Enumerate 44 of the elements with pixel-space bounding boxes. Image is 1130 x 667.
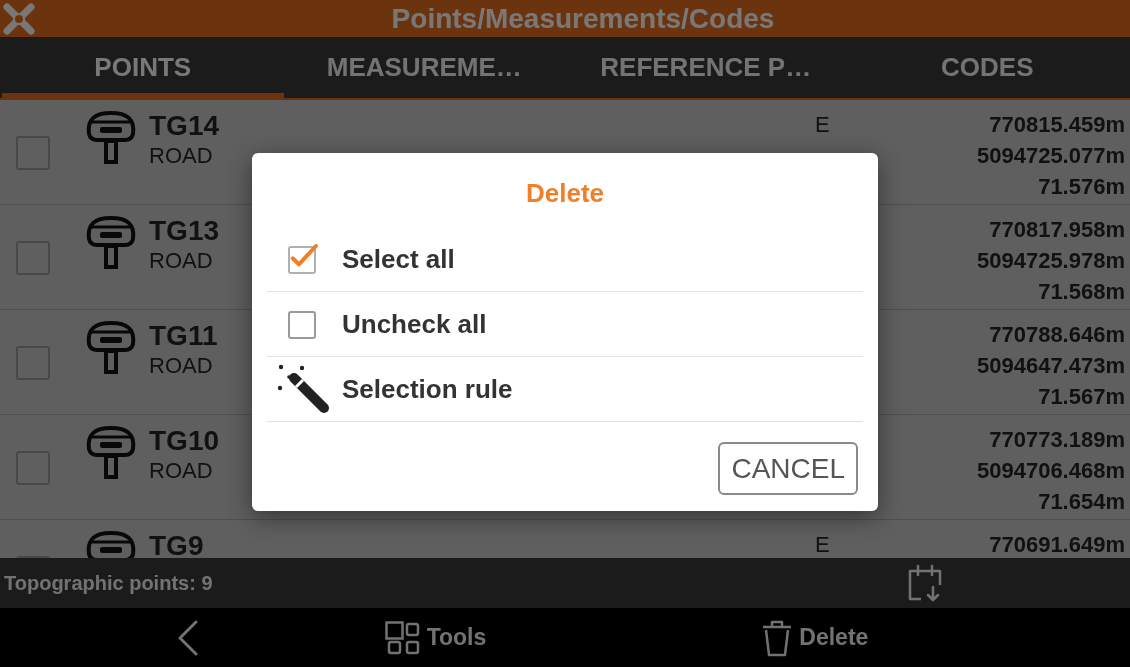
- coordinate-value: 770815.459m: [989, 111, 1125, 139]
- trash-icon: [761, 618, 794, 657]
- dialog-title: Delete: [525, 177, 604, 209]
- point-name: TG10: [149, 425, 220, 457]
- tools-button[interactable]: Tools: [378, 616, 493, 659]
- coordinate-value: 770773.189m: [989, 426, 1125, 454]
- grid-squares-icon: [384, 620, 421, 655]
- screen-title: Points/Measurements/Codes: [391, 1, 775, 36]
- calendar-download-icon[interactable]: [907, 563, 943, 603]
- dialog-option[interactable]: Select all: [267, 227, 863, 292]
- point-code: ROAD: [149, 247, 213, 275]
- dialog-option[interactable]: Uncheck all: [267, 292, 863, 357]
- coordinate-value: 770788.646m: [989, 321, 1125, 349]
- coordinate-value: 770817.958m: [989, 216, 1125, 244]
- coordinate-value: 71.567m: [1038, 383, 1125, 411]
- dialog-option[interactable]: Selection rule: [267, 357, 863, 422]
- gnss-receiver-icon: [85, 425, 137, 481]
- tab[interactable]: CODES: [846, 37, 1128, 98]
- point-name: TG11: [149, 320, 218, 352]
- coordinate-value: 5094647.473m: [976, 352, 1125, 380]
- coordinate-value: 5094706.468m: [976, 457, 1125, 485]
- point-code: ROAD: [149, 457, 213, 485]
- axis-label: E: [815, 111, 830, 139]
- coordinate-value: 5094725.077m: [976, 142, 1125, 170]
- point-code: ROAD: [149, 142, 213, 170]
- point-code: ROAD: [149, 352, 213, 380]
- coordinate-value: 71.654m: [1038, 488, 1125, 516]
- coordinate-value: 770691.649m: [989, 531, 1125, 558]
- gnss-receiver-icon: [85, 215, 137, 271]
- point-name: TG9: [149, 530, 204, 558]
- tab[interactable]: MEASUREME…: [283, 37, 565, 98]
- delete-button[interactable]: Delete: [755, 614, 875, 661]
- point-name: TG14: [149, 110, 220, 142]
- gnss-receiver-icon: [85, 110, 137, 166]
- coordinate-value: 71.568m: [1038, 278, 1125, 306]
- coordinate-value: 5094725.978m: [976, 247, 1125, 275]
- point-name: TG13: [149, 215, 220, 247]
- points-count: Topographic points: 9: [4, 571, 213, 595]
- coordinate-value: 71.576m: [1038, 173, 1125, 201]
- gnss-receiver-icon: [85, 320, 137, 376]
- tab[interactable]: REFERENCE P…: [565, 37, 847, 98]
- axis-label: E: [815, 531, 830, 558]
- cancel-button[interactable]: CANCEL: [718, 442, 858, 495]
- magic-wand-icon: [276, 364, 329, 414]
